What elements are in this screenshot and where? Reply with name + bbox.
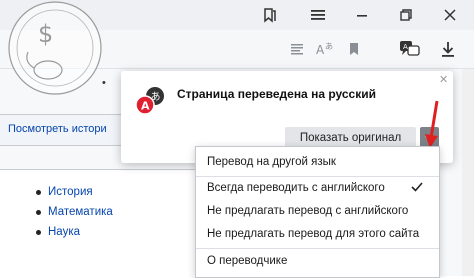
reader-mode-icon[interactable]	[286, 38, 308, 60]
download-icon[interactable]	[436, 37, 460, 61]
list-item-history[interactable]: История	[34, 182, 113, 202]
menu-item-about-translator[interactable]: О переводчике	[207, 255, 287, 267]
menu-item-never-translate-language[interactable]: Не предлагать перевод с английского	[207, 205, 408, 217]
popup-title: Страница переведена на русский	[177, 87, 376, 101]
svg-text:A: A	[403, 43, 408, 51]
svg-text:A: A	[141, 100, 150, 113]
translator-logo-icon: あ A	[135, 87, 164, 115]
svg-text:あ: あ	[325, 42, 333, 51]
close-icon[interactable]	[428, 0, 472, 30]
translate-icon[interactable]: Aあ	[314, 38, 336, 60]
svg-text:A: A	[316, 43, 325, 57]
wiki-article: История Математика Наука	[0, 169, 200, 277]
list-item-science[interactable]: Наука	[34, 222, 113, 242]
list-item-math[interactable]: Математика	[34, 202, 113, 222]
view-history-link[interactable]: Посмотреть истори	[8, 123, 107, 135]
menu-divider	[196, 176, 439, 177]
menu-icon[interactable]	[296, 0, 340, 30]
wiki-link-list: История Математика Наука	[34, 182, 113, 242]
popup-close-icon[interactable]: ✕	[439, 73, 448, 86]
menu-item-always-translate[interactable]: Всегда переводить с английского	[207, 182, 385, 194]
minimize-icon[interactable]	[340, 0, 384, 30]
scrollbar[interactable]	[462, 69, 474, 276]
svg-text:$: $	[38, 20, 53, 48]
bookmark-icon[interactable]	[343, 38, 365, 60]
bookmarks-panel-icon[interactable]	[248, 0, 292, 30]
menu-item-never-translate-site[interactable]: Не предлагать перевод для этого сайта	[207, 228, 419, 240]
restore-icon[interactable]	[384, 0, 428, 30]
red-arrow-annotation	[425, 100, 439, 148]
translate-options-menu: Перевод на другой язык Всегда переводить…	[195, 146, 440, 278]
site-watermark-logo: $	[8, 1, 102, 95]
menu-divider	[196, 248, 439, 249]
checkmark-icon	[411, 182, 423, 192]
menu-item-translate-other-language[interactable]: Перевод на другой язык	[207, 156, 336, 168]
translate-status-icon[interactable]: A	[398, 37, 422, 61]
